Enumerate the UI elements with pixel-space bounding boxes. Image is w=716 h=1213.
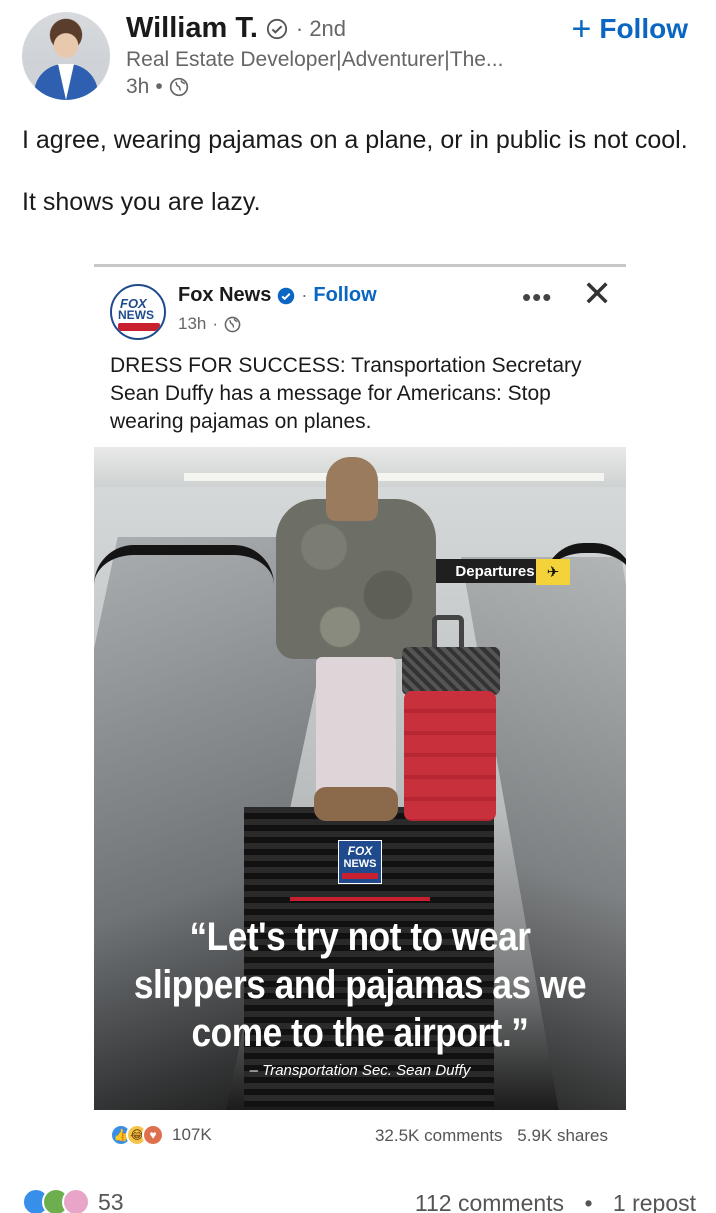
logo-text: NEWS [343, 858, 377, 870]
shared-post[interactable]: FOX NEWS Fox News · Follow 13h · ••• ✕ D… [94, 264, 626, 1110]
follow-button[interactable]: + Follow [571, 12, 688, 46]
stats-separator: • [584, 1190, 593, 1213]
avatar[interactable] [22, 12, 110, 100]
close-icon[interactable]: ✕ [582, 276, 612, 312]
image-tote-bag [402, 647, 500, 695]
image-quote: “Let's try not to wear slippers and paja… [133, 915, 587, 1055]
shared-social-bar: 👍 😂 ♥ 107K 32.5K comments 5.9K shares [94, 1120, 626, 1150]
globe-icon [224, 316, 241, 332]
reposts-count[interactable]: 1 repost [613, 1190, 696, 1213]
author-name-row: William T. · 2nd [126, 12, 346, 45]
image-person-jacket [276, 499, 436, 659]
support-reaction-icon [62, 1188, 90, 1213]
follow-label: Follow [599, 13, 688, 44]
image-suitcase [404, 691, 496, 821]
author-headline: Real Estate Developer|Adventurer|The... [126, 48, 504, 71]
comments-count[interactable]: 112 comments [415, 1190, 564, 1213]
post-stats: 112 comments • 1 repost [415, 1190, 696, 1213]
post-paragraph: It shows you are lazy. [22, 188, 261, 216]
shared-shares-count[interactable]: 5.9K shares [517, 1126, 608, 1145]
image-person-slippers [314, 787, 398, 821]
connection-degree: · 2nd [295, 15, 347, 41]
shared-follow-button[interactable]: Follow [313, 284, 376, 307]
post-paragraph: I agree, wearing pajamas on a plane, or … [22, 126, 688, 154]
fox-news-logo[interactable]: FOX NEWS [110, 284, 166, 340]
airplane-icon: ✈ [536, 559, 570, 585]
image-suitcase-handle [432, 615, 464, 649]
shared-post-text: DRESS FOR SUCCESS: Transportation Secret… [110, 354, 582, 433]
globe-icon [169, 77, 188, 97]
logo-text: FOX [347, 844, 373, 858]
meta-separator: · [301, 285, 308, 305]
shared-post-meta: 13h · [178, 314, 241, 334]
fox-news-logo: FOX NEWS [338, 840, 382, 884]
shared-comments-count[interactable]: 32.5K comments [375, 1126, 503, 1145]
post-meta: 3h • [126, 75, 189, 99]
verified-icon [278, 287, 295, 304]
image-divider [290, 897, 430, 901]
more-options-icon[interactable]: ••• [522, 282, 552, 313]
shared-post-time: 13h [178, 314, 207, 333]
social-bar: 53 112 comments • 1 repost [0, 1186, 716, 1213]
image-person-pants [316, 657, 396, 797]
reactions-count: 53 [98, 1188, 124, 1213]
meta-separator: · [212, 314, 219, 333]
post-header: William T. · 2nd Real Estate Developer|A… [0, 0, 716, 110]
shared-name-row: Fox News · Follow [178, 284, 377, 307]
logo-channel-bar [118, 323, 160, 331]
verified-icon [266, 18, 287, 39]
author-name[interactable]: William T. [126, 12, 258, 45]
post-time: 3h [126, 75, 150, 98]
image-ceiling-light [184, 473, 604, 481]
shared-post-image[interactable]: Departures ✈ FOX NEWS “Let's try not to … [94, 447, 626, 1110]
image-handrail-left [94, 545, 274, 585]
post-reactions[interactable]: 53 [22, 1188, 124, 1213]
plus-icon: + [571, 10, 592, 48]
shared-author-name[interactable]: Fox News [178, 284, 271, 307]
logo-text: NEWS [118, 308, 154, 322]
meta-separator: • [155, 75, 163, 98]
divider [94, 264, 626, 267]
shared-stats: 32.5K comments 5.9K shares [375, 1126, 608, 1146]
love-reaction-icon: ♥ [142, 1124, 164, 1146]
image-person-hair [326, 457, 378, 521]
logo-channel-bar [342, 873, 378, 879]
shared-reactions[interactable]: 👍 😂 ♥ 107K [110, 1124, 212, 1146]
image-attribution: – Transportation Sec. Sean Duffy [249, 1062, 471, 1079]
post-text: I agree, wearing pajamas on a plane, or … [22, 124, 692, 218]
shared-reactions-count: 107K [172, 1125, 212, 1144]
